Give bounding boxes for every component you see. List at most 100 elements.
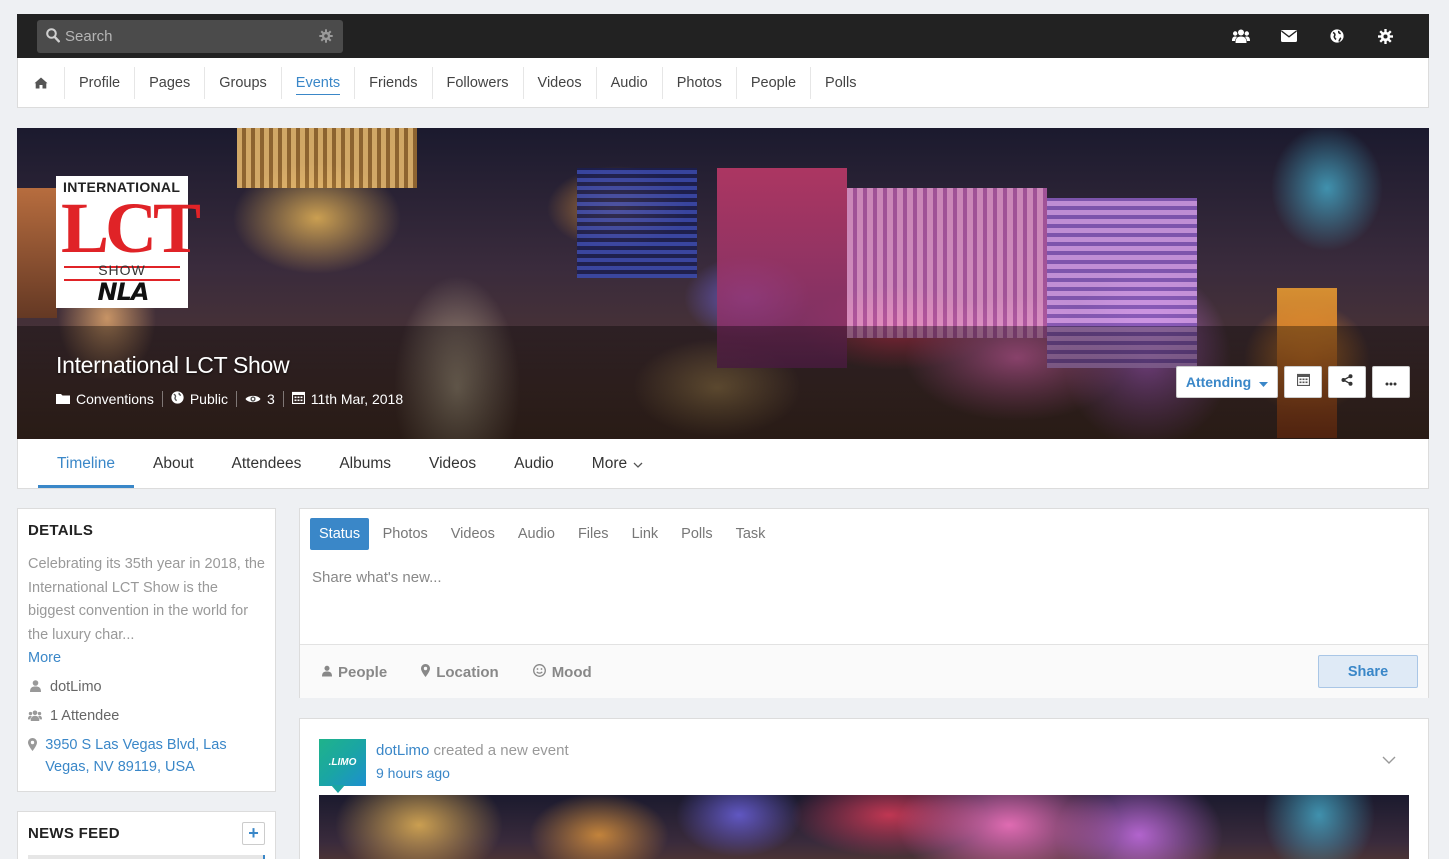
main-nav: Profile Pages Groups Events Friends Foll… — [17, 58, 1429, 108]
eye-icon — [245, 391, 261, 407]
event-date-label: 11th Mar, 2018 — [310, 391, 404, 407]
add-news-feed-button[interactable]: + — [242, 822, 265, 845]
tab-more[interactable]: More — [573, 439, 662, 488]
composer-options: People Location Mood — [322, 645, 592, 699]
tab-videos[interactable]: Videos — [410, 439, 495, 488]
post-author-link[interactable]: dotLimo — [376, 742, 429, 759]
composer-tab-polls[interactable]: Polls — [670, 518, 724, 550]
chevron-down-icon — [633, 455, 643, 473]
calendar-icon — [291, 391, 305, 407]
news-feed-list — [28, 855, 265, 859]
tab-attendees[interactable]: Attendees — [213, 439, 321, 488]
composer-tab-photos[interactable]: Photos — [371, 518, 439, 550]
post-action-text: created a new event — [433, 742, 569, 759]
tab-timeline[interactable]: Timeline — [38, 439, 134, 488]
news-feed-panel: NEWS FEED + — [17, 811, 276, 859]
event-views-count: 3 — [266, 391, 275, 407]
feed-post: .LIMO dotLimo created a new event 9 hour… — [299, 718, 1429, 859]
tag-people-button[interactable]: People — [322, 664, 387, 681]
composer-tab-audio[interactable]: Audio — [506, 518, 566, 550]
event-privacy-label: Public — [189, 391, 228, 407]
event-cover-photo: INTERNATIONAL LCT SHOW NLA International… — [17, 128, 1429, 439]
read-more-link[interactable]: More — [28, 647, 265, 669]
event-owner[interactable]: dotLimo — [28, 676, 265, 698]
logo-text-lct: LCT — [61, 188, 201, 268]
event-privacy: Public — [171, 391, 237, 407]
logo-text-nla: NLA — [97, 278, 150, 306]
event-sub-nav: Timeline About Attendees Albums Videos A… — [17, 439, 1429, 489]
calendar-icon — [1296, 373, 1310, 391]
nav-profile[interactable]: Profile — [65, 66, 136, 99]
event-category-label: Conventions — [76, 391, 154, 407]
search-box[interactable] — [37, 20, 343, 53]
nav-pages[interactable]: Pages — [135, 66, 206, 99]
attending-dropdown-button[interactable]: Attending — [1176, 366, 1278, 398]
tab-albums[interactable]: Albums — [320, 439, 410, 488]
composer-tabs: Status Photos Videos Audio Files Link Po… — [310, 518, 777, 550]
search-input[interactable] — [65, 20, 315, 53]
event-date: 11th Mar, 2018 — [291, 391, 411, 407]
share-post-button[interactable]: Share — [1318, 655, 1418, 688]
globe-icon[interactable] — [1313, 14, 1361, 58]
add-location-button[interactable]: Location — [421, 663, 499, 681]
nav-photos[interactable]: Photos — [663, 66, 737, 99]
composer-tab-task[interactable]: Task — [724, 518, 777, 550]
nav-audio[interactable]: Audio — [597, 66, 663, 99]
event-address[interactable]: 3950 S Las Vegas Blvd, Las Vegas, NV 891… — [28, 734, 265, 778]
caret-down-icon — [1259, 374, 1269, 390]
post-composer: Status Photos Videos Audio Files Link Po… — [299, 508, 1429, 698]
tab-more-label: More — [591, 454, 628, 472]
event-owner-name: dotLimo — [50, 679, 102, 696]
map-marker-icon — [421, 663, 431, 681]
event-address-link[interactable]: 3950 S Las Vegas Blvd, Las Vegas, NV 891… — [45, 734, 265, 778]
event-attendees[interactable]: 1 Attendee — [28, 705, 265, 727]
event-meta: Conventions Public 3 11th Mar, 2018 — [56, 391, 419, 407]
event-category[interactable]: Conventions — [56, 391, 163, 407]
messages-icon[interactable] — [1265, 14, 1313, 58]
add-to-calendar-button[interactable] — [1284, 366, 1322, 398]
tab-about[interactable]: About — [134, 439, 213, 488]
composer-tab-videos[interactable]: Videos — [439, 518, 506, 550]
post-timestamp[interactable]: 9 hours ago — [376, 765, 450, 781]
ellipsis-icon — [1385, 373, 1397, 391]
event-views: 3 — [245, 391, 284, 407]
home-icon[interactable] — [18, 66, 65, 99]
event-logo[interactable]: INTERNATIONAL LCT SHOW NLA — [56, 176, 201, 308]
add-mood-label: Mood — [551, 663, 592, 681]
composer-tab-status[interactable]: Status — [310, 518, 370, 550]
post-event-image[interactable] — [319, 795, 1409, 859]
cover-building — [847, 188, 1047, 338]
composer-tab-link[interactable]: Link — [620, 518, 670, 550]
attending-label: Attending — [1185, 374, 1252, 390]
user-icon — [322, 664, 332, 681]
nav-groups[interactable]: Groups — [205, 66, 282, 99]
search-settings-gear-icon[interactable] — [319, 29, 333, 48]
cover-building — [237, 128, 417, 188]
status-textarea[interactable] — [312, 569, 1412, 639]
tab-audio[interactable]: Audio — [495, 439, 573, 488]
share-icon — [1341, 373, 1353, 391]
map-marker-icon — [28, 734, 38, 752]
composer-tab-files[interactable]: Files — [566, 518, 620, 550]
nav-events[interactable]: Events — [282, 66, 356, 99]
cover-actions: Attending — [1176, 366, 1410, 398]
news-feed-heading: NEWS FEED — [28, 825, 120, 842]
chevron-down-icon[interactable] — [1382, 751, 1396, 769]
more-options-button[interactable] — [1372, 366, 1410, 398]
nav-videos[interactable]: Videos — [524, 66, 597, 99]
share-event-button[interactable] — [1328, 366, 1366, 398]
top-icons — [1217, 14, 1409, 58]
friends-icon[interactable] — [1217, 14, 1265, 58]
add-mood-button[interactable]: Mood — [532, 663, 592, 681]
nav-friends[interactable]: Friends — [355, 66, 433, 99]
event-attendees-count: 1 Attendee — [50, 708, 120, 725]
event-description: Celebrating its 35th year in 2018, the I… — [28, 556, 265, 643]
settings-gear-icon[interactable] — [1361, 14, 1409, 58]
nav-followers[interactable]: Followers — [433, 66, 524, 99]
details-panel: DETAILS Celebrating its 35th year in 201… — [17, 508, 276, 792]
nav-people[interactable]: People — [737, 66, 812, 99]
nav-polls[interactable]: Polls — [811, 67, 870, 99]
event-title: International LCT Show — [56, 352, 290, 378]
avatar[interactable]: .LIMO — [319, 739, 366, 793]
avatar-text: .LIMO — [328, 757, 357, 768]
